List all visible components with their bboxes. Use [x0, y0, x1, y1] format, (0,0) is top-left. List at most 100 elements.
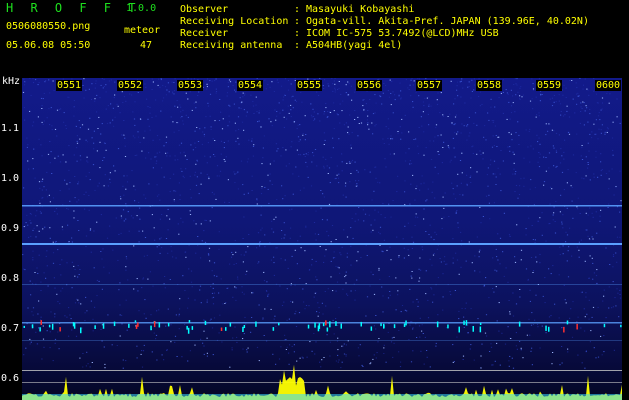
noise-speckle — [488, 119, 490, 121]
noise-speckle — [73, 115, 75, 117]
noise-speckle — [478, 256, 480, 258]
noise-speckle — [566, 182, 568, 184]
noise-speckle — [506, 118, 508, 120]
noise-speckle — [163, 97, 165, 99]
noise-speckle — [566, 207, 568, 209]
info-value-antenna: A504HB(yagi 4el) — [306, 40, 403, 51]
noise-speckle — [314, 118, 316, 120]
noise-speckle — [499, 263, 501, 265]
noise-speckle — [425, 147, 427, 149]
noise-speckle — [152, 285, 154, 287]
noise-speckle — [391, 81, 393, 83]
noise-speckle — [235, 91, 237, 93]
noise-speckle — [515, 83, 517, 85]
noise-speckle — [203, 345, 205, 347]
noise-speckle — [59, 264, 61, 265]
noise-speckle — [577, 96, 579, 97]
noise-speckle — [345, 92, 347, 94]
noise-speckle — [442, 309, 444, 311]
noise-speckle — [336, 281, 339, 283]
noise-speckle — [317, 302, 319, 304]
noise-speckle — [562, 245, 564, 247]
noise-speckle — [100, 251, 102, 252]
noise-speckle — [450, 294, 452, 296]
noise-speckle — [78, 199, 80, 201]
noise-speckle — [560, 148, 562, 150]
noise-speckle — [282, 198, 284, 200]
noise-speckle — [515, 345, 517, 347]
noise-speckle — [161, 167, 163, 169]
noise-speckle — [295, 310, 297, 312]
noise-speckle — [191, 286, 193, 288]
noise-speckle — [56, 213, 58, 215]
meteor-echo — [335, 321, 337, 326]
noise-speckle — [561, 346, 563, 347]
separator-line — [22, 382, 622, 383]
noise-speckle — [179, 194, 181, 196]
noise-speckle — [586, 88, 588, 90]
noise-speckle — [545, 134, 547, 136]
noise-speckle — [307, 176, 309, 178]
noise-speckle — [437, 277, 439, 279]
noise-speckle — [282, 147, 284, 149]
noise-speckle — [74, 275, 76, 277]
noise-speckle — [460, 231, 462, 233]
noise-speckle — [216, 275, 218, 277]
noise-speckle — [389, 153, 391, 155]
noise-speckle — [202, 342, 204, 344]
noise-speckle — [27, 144, 29, 146]
noise-speckle — [442, 147, 444, 148]
noise-speckle — [218, 175, 220, 177]
noise-speckle — [71, 329, 73, 331]
noise-speckle — [535, 116, 537, 118]
noise-speckle — [280, 85, 283, 87]
noise-speckle — [341, 153, 343, 155]
noise-speckle — [434, 166, 436, 168]
noise-speckle — [587, 164, 589, 165]
noise-speckle — [227, 287, 229, 289]
noise-speckle — [51, 125, 53, 127]
noise-speckle — [128, 230, 130, 232]
noise-speckle — [103, 142, 106, 144]
noise-speckle — [440, 92, 442, 94]
noise-speckle — [203, 330, 205, 332]
noise-speckle — [345, 182, 347, 184]
noise-speckle — [453, 193, 455, 195]
noise-speckle — [85, 175, 87, 177]
noise-speckle — [66, 262, 68, 264]
noise-speckle — [469, 132, 471, 134]
noise-speckle — [454, 116, 457, 118]
noise-speckle — [196, 161, 199, 162]
noise-speckle — [83, 194, 85, 195]
noise-speckle — [515, 303, 518, 305]
noise-speckle — [179, 298, 181, 300]
noise-speckle — [387, 297, 390, 299]
noise-speckle — [347, 132, 349, 134]
noise-speckle — [96, 279, 98, 281]
noise-speckle — [532, 83, 534, 85]
noise-speckle — [532, 272, 534, 273]
noise-speckle — [566, 260, 568, 262]
noise-speckle — [155, 115, 157, 117]
noise-speckle — [341, 361, 343, 363]
noise-speckle — [421, 330, 423, 332]
noise-speckle — [497, 233, 499, 235]
noise-speckle — [574, 112, 576, 114]
noise-speckle — [42, 197, 44, 199]
noise-speckle — [204, 155, 206, 157]
noise-speckle — [236, 341, 238, 343]
noise-speckle — [50, 107, 52, 109]
noise-speckle — [597, 356, 600, 358]
noise-speckle — [236, 172, 238, 174]
noise-speckle — [465, 302, 467, 304]
noise-speckle — [490, 106, 492, 108]
noise-speckle — [332, 90, 334, 92]
meteor-echo — [436, 321, 439, 328]
noise-speckle — [60, 290, 62, 292]
noise-speckle — [238, 143, 240, 145]
noise-speckle — [87, 161, 89, 163]
noise-speckle — [224, 201, 226, 203]
noise-speckle — [514, 173, 516, 175]
noise-speckle — [556, 165, 558, 167]
noise-speckle — [382, 311, 384, 313]
